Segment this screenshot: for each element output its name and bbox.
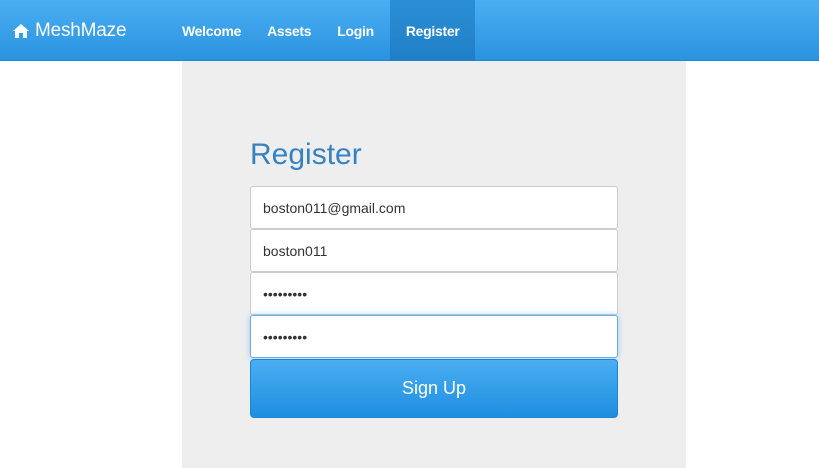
email-field[interactable] — [250, 186, 618, 229]
nav-link-welcome[interactable]: Welcome — [169, 0, 254, 61]
sign-up-button[interactable]: Sign Up — [250, 359, 618, 418]
top-navbar: MeshMaze Welcome Assets Login Register — [0, 0, 819, 61]
nav-link-login[interactable]: Login — [324, 0, 387, 61]
nav-link-register[interactable]: Register — [389, 0, 476, 61]
password-field[interactable] — [250, 272, 618, 315]
username-field[interactable] — [250, 229, 618, 272]
confirm-password-field[interactable] — [250, 315, 618, 358]
nav-link-assets[interactable]: Assets — [254, 0, 324, 61]
form-title: Register — [250, 138, 362, 171]
nav-links: Welcome Assets Login Register — [169, 0, 476, 61]
brand-label: MeshMaze — [35, 19, 127, 41]
home-icon — [13, 23, 29, 38]
brand-link[interactable]: MeshMaze — [12, 0, 127, 61]
